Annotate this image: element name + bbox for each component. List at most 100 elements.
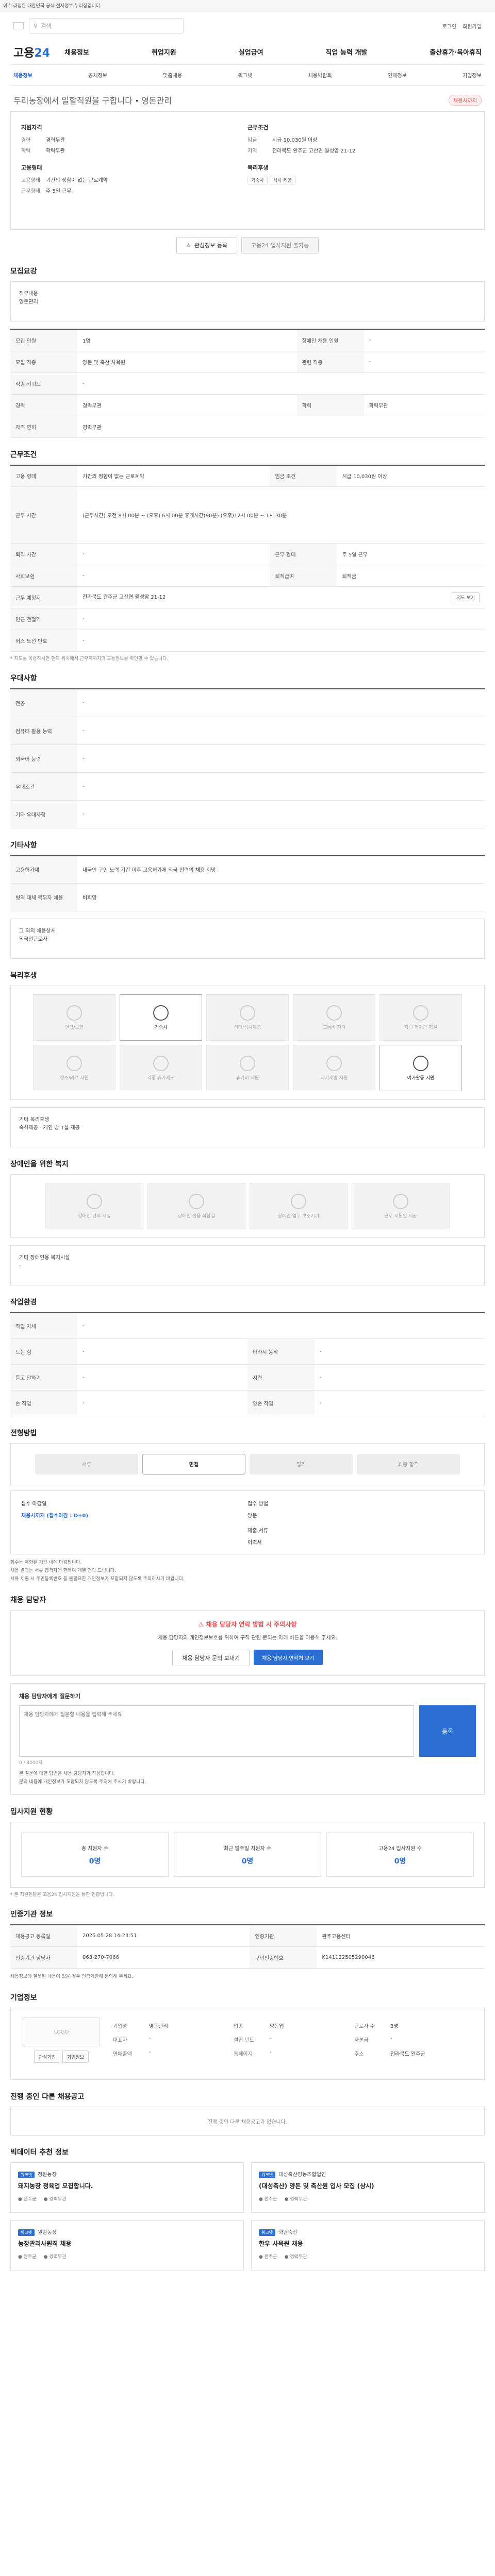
contact-notice-text: 채용 담당자의 개인정보보호를 위하여 구직 관련 문의는 아래 버튼을 이용해…	[158, 1635, 337, 1641]
source-tag: 워크넷	[259, 2229, 276, 2236]
disability-etc-heading: 기타 장애인용 복지시설	[19, 1255, 70, 1261]
condition-table: 고용 형태 기간의 정함이 없는 근로계약 임금 조건 시급 10,030원 이상 근…	[10, 464, 485, 652]
recommend-grid: 워크넷 정원농장 돼지농장 정육업 모집합니다. ● 완주군 ● 경력무관 워크넷 대…	[10, 2162, 485, 2271]
company-info: LOGO 관심기업 기업정보 기업명 영돈관리 업종 양돈업 근로자 수 3명 대표자…	[10, 2008, 485, 2080]
gnb-item[interactable]: 취업지원	[152, 47, 176, 57]
welfare-item: 각종 휴가제도	[120, 1045, 202, 1091]
recommend-title: 농장관리사원직 채용	[18, 2240, 72, 2248]
company-info-button[interactable]: 기업정보	[62, 2050, 89, 2063]
sub-nav-item[interactable]: 인재정보	[388, 71, 407, 79]
welfare-icon	[413, 1055, 428, 1071]
search-placeholder: 검색	[41, 23, 52, 29]
qna-textarea[interactable]	[19, 1705, 414, 1757]
gnb-item[interactable]: 직업 능력 개발	[326, 47, 368, 57]
application-stats: 총 지원자 수 0명 최근 일주일 지원자 수 0명 고용24 입사지원 수 0명	[10, 1822, 485, 1888]
contact-inquiry-button[interactable]: 채용 담당자 문의 보내기	[172, 1650, 250, 1667]
section-title: 기타사항	[10, 841, 37, 850]
summary-value: 시급 10,030원 이상	[272, 138, 318, 143]
deadline-badge: 채용시까지	[449, 94, 482, 106]
job-summary: 지원자격 경력 경력무관 학력 학력무관 고용형태 고용형태 기간의 정함이 없는 근…	[10, 111, 485, 230]
apply-method-heading: 접수 방법	[248, 1501, 268, 1507]
stat-card: 고용24 입사지원 수 0명	[326, 1833, 474, 1877]
disability-icon	[393, 1193, 408, 1209]
map-view-button[interactable]: 지도 보기	[452, 592, 480, 602]
job-description-box: 직무내용 양돈관리	[10, 281, 485, 321]
job-description-heading: 직무내용	[19, 291, 38, 297]
signup-link[interactable]: 회원가입	[463, 22, 482, 30]
other-jobs-empty: 진행 중인 다른 채용공고가 없습니다.	[10, 2107, 485, 2136]
stat-card: 최근 일주일 지원자 수 0명	[174, 1833, 321, 1877]
summary-heading: 지원자격	[21, 124, 42, 131]
section-title: 인증기관 정보	[10, 1910, 53, 1919]
sub-nav-item[interactable]: 기업정보	[463, 71, 482, 79]
welfare-etc-value: 숙식제공 - 개인 방 1실 제공	[19, 1125, 80, 1131]
summary-heading: 고용형태	[21, 164, 42, 171]
disability-etc-box: 기타 장애인용 복지시설 -	[10, 1245, 485, 1285]
summary-key: 근무형태	[21, 189, 40, 194]
section-title: 장애인을 위한 복지	[10, 1160, 69, 1168]
login-link[interactable]: 로그인	[442, 22, 457, 30]
welfare-chip: 기숙사	[248, 176, 268, 184]
welfare-icon	[153, 1005, 169, 1021]
etc-detail-heading: 그 외의 채용상세	[19, 928, 56, 934]
qna-submit-button[interactable]: 등록	[419, 1705, 476, 1757]
company-fields: 기업명 영돈관리 업종 양돈업 근로자 수 3명 대표자 - 설립 년도 - 자본금 - 연…	[113, 2024, 425, 2058]
sub-nav-item[interactable]: 공채정보	[88, 71, 107, 79]
summary-value: 기간의 정함이 없는 근로계약	[46, 178, 108, 183]
recommend-title: 한우 사육원 채용	[259, 2240, 303, 2248]
source-tag: 워크넷	[18, 2229, 35, 2236]
agency-table: 채용공고 등록일 2025.05.28 14:23:51 인증기관 완주고용센터 인증…	[10, 1924, 485, 1969]
qna-char-count: 0 / 4000자	[19, 1760, 43, 1766]
source-tag: 워크넷	[18, 2172, 35, 2179]
interest-register-button[interactable]: ☆ 관심정보 등록	[176, 237, 237, 253]
sub-nav-item[interactable]: 채용박람회	[308, 71, 332, 79]
welfare-item: 경조/의료 지원	[33, 1045, 116, 1091]
location-meta: ● 완주군	[259, 2197, 277, 2202]
welfare-grid: 연금/보험 기숙사 식대/식사제공 교통비 지원 자녀 학자금 지원 경조/의료…	[10, 986, 485, 1100]
summary-value: 경력무관	[46, 138, 65, 143]
search-icon: ⚲	[34, 22, 38, 29]
interest-company-button[interactable]: 관심기업	[34, 2050, 60, 2063]
disability-icon	[87, 1193, 102, 1209]
process-step: 필기	[250, 1453, 353, 1475]
disability-icon	[189, 1193, 204, 1209]
recommend-card[interactable]: 워크넷 원림농장 농장관리사원직 채용 ● 완주군 ● 경력무관	[10, 2220, 244, 2271]
gnb-item[interactable]: 출산휴가·육아휴직	[430, 47, 482, 57]
flag-icon	[13, 22, 24, 29]
summary-value: 전라북도 완주군 고산면 월성암 21-12	[272, 148, 356, 154]
welfare-etc-box: 기타 복리후생 숙식제공 - 개인 방 1실 제공	[10, 1107, 485, 1147]
career-meta: ● 경력무관	[284, 2255, 307, 2260]
summary-key: 임금	[248, 138, 257, 143]
gov-banner: 이 누리집은 대한민국 공식 전자정부 누리집입니다.	[0, 0, 495, 12]
welfare-icon	[413, 1005, 428, 1021]
sub-nav-item[interactable]: 맞춤채용	[163, 71, 182, 79]
career-meta: ● 경력무관	[284, 2197, 307, 2202]
section-title: 우대사항	[10, 674, 37, 683]
preference-table: 전공 - 컴퓨터 활용 능력 - 외국어 능력 - 우대조건 - 기타 우대사항 -	[10, 688, 485, 828]
section-title: 전형방법	[10, 1429, 37, 1437]
etc-detail-value: 외국인근로자	[19, 937, 48, 942]
recommend-card[interactable]: 워크넷 대성축산영농조합법인 (대성축산) 양돈 및 축산원 입사 모집 (상시)…	[251, 2162, 485, 2213]
etc-detail-box: 그 외의 채용상세 외국인근로자	[10, 919, 485, 959]
sub-nav-item[interactable]: 워크넷	[238, 71, 253, 79]
recommend-card[interactable]: 워크넷 화원축산 한우 사육원 채용 ● 완주군 ● 경력무관	[251, 2220, 485, 2271]
gnb-item[interactable]: 채용정보	[64, 47, 89, 57]
welfare-item: 연금/보험	[33, 994, 116, 1041]
sub-nav-item[interactable]: 채용정보	[13, 71, 32, 79]
qna-title: 채용 담당자에게 질문하기	[19, 1693, 80, 1700]
welfare-icon	[153, 1055, 169, 1071]
summary-key: 경력	[21, 138, 31, 143]
apply-button[interactable]: 고용24 입사지원 불가능	[241, 237, 319, 253]
etc-table: 고용허가제 내국인 구인 노력 기간 이후 고용허가제 외국 인력의 채용 희망 …	[10, 855, 485, 911]
section-title: 빅데이터 추천 정보	[10, 2148, 69, 2157]
recommend-card[interactable]: 워크넷 정원농장 돼지농장 정육업 모집합니다. ● 완주군 ● 경력무관	[10, 2162, 244, 2213]
site-logo[interactable]: 고용24	[13, 44, 50, 60]
career-meta: ● 경력무관	[43, 2255, 67, 2260]
summary-heading: 근무조건	[248, 124, 269, 131]
gnb-item[interactable]: 실업급여	[239, 47, 263, 57]
contact-view-button[interactable]: 채용 담당자 연락처 보기	[254, 1650, 323, 1666]
search-input[interactable]: ⚲ 검색	[29, 18, 184, 33]
section-title: 근무조건	[10, 450, 37, 459]
recommend-title: 돼지농장 정육업 모집합니다.	[18, 2182, 93, 2190]
contact-notice: ⚠ 채용 담당자 연락 방법 시 주의사항 채용 담당자의 개인정보보호를 위하…	[10, 1610, 485, 1676]
